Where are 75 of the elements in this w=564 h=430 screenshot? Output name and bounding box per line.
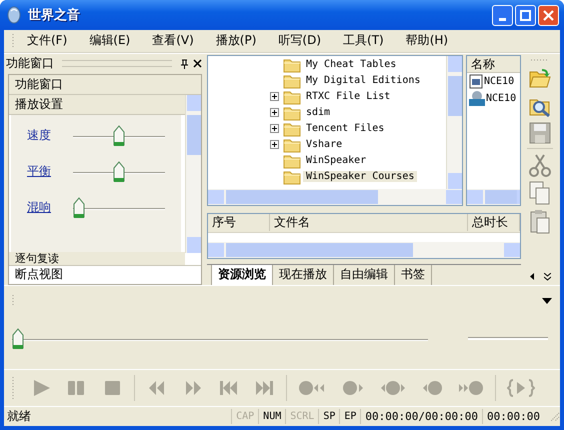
- status-indicator: SP: [318, 409, 340, 424]
- slider-label[interactable]: 混响: [27, 199, 55, 216]
- file-name[interactable]: NCE10: [484, 76, 514, 87]
- status-indicator: NUM: [258, 409, 286, 424]
- save-icon[interactable]: [529, 122, 551, 144]
- grip-lines[interactable]: [62, 60, 172, 68]
- menu-item[interactable]: 文件(F): [17, 32, 78, 50]
- status-indicator: CAP: [231, 409, 258, 424]
- scroll-left-icon[interactable]: [530, 272, 534, 280]
- panel-title: 功能窗口: [6, 55, 54, 72]
- tree-item[interactable]: Tencent Files: [303, 123, 388, 134]
- horizontal-scrollbar[interactable]: [208, 242, 520, 258]
- column-header[interactable]: 文件名: [270, 214, 468, 232]
- slider-thumb[interactable]: [12, 328, 24, 350]
- position-time: 00:00:00/00:00:00: [360, 409, 482, 424]
- expand-icon[interactable]: [270, 108, 279, 118]
- minimize-icon: [499, 18, 506, 20]
- column-header[interactable]: 名称: [467, 56, 520, 73]
- slider-label: 速度: [27, 127, 52, 144]
- copy-icon[interactable]: [529, 180, 551, 205]
- menu-item[interactable]: 听写(D): [268, 32, 332, 50]
- expand-icon[interactable]: [270, 124, 279, 134]
- section-header[interactable]: 功能窗口: [9, 74, 201, 95]
- tree-item[interactable]: RTXC File List: [303, 91, 394, 102]
- resize-grip-icon[interactable]: [550, 412, 560, 422]
- tree-item[interactable]: Vshare: [303, 139, 346, 150]
- slider-thumb[interactable]: [113, 160, 125, 183]
- slider-thumb[interactable]: [73, 196, 85, 219]
- vertical-scrollbar[interactable]: [446, 56, 462, 189]
- status-indicator: EP: [339, 409, 360, 424]
- horizontal-scrollbar[interactable]: [208, 188, 462, 205]
- tree-item[interactable]: My Digital Editions: [303, 75, 424, 86]
- tab[interactable]: 资源浏览: [211, 264, 273, 286]
- window-title: 世界之音: [28, 6, 81, 24]
- horizontal-scrollbar[interactable]: [467, 188, 520, 205]
- slider-label[interactable]: 平衡: [27, 163, 55, 180]
- pin-icon[interactable]: [180, 58, 189, 69]
- grip-handle: [530, 58, 550, 62]
- column-header[interactable]: 总时长: [468, 214, 520, 232]
- menu-item[interactable]: 播放(P): [206, 32, 266, 50]
- column-header[interactable]: 序号: [208, 214, 270, 232]
- scissors-icon[interactable]: [529, 152, 551, 177]
- section-header[interactable]: 逐句复读: [9, 252, 185, 265]
- bracket-play-icon[interactable]: [507, 377, 535, 400]
- chevron-down-icon[interactable]: [544, 272, 550, 281]
- tree-item[interactable]: My Cheat Tables: [303, 59, 400, 70]
- tree-item[interactable]: WinSpeaker Courses: [303, 171, 418, 182]
- status-indicator: SCRL: [285, 409, 318, 424]
- menu-item[interactable]: 帮助(H): [396, 32, 458, 50]
- document-icon: [469, 74, 483, 89]
- menu-item[interactable]: 编辑(E): [79, 32, 140, 50]
- vertical-scrollbar[interactable]: [185, 94, 201, 253]
- maximize-icon: [520, 10, 531, 20]
- close-icon[interactable]: [193, 59, 202, 68]
- maximize-button[interactable]: [515, 4, 536, 26]
- app-icon: [6, 6, 22, 24]
- close-button[interactable]: [538, 4, 559, 26]
- tree-item[interactable]: sdim: [303, 107, 334, 118]
- close-icon: [543, 10, 554, 20]
- paste-icon[interactable]: [529, 208, 551, 235]
- status-text: 就绪: [6, 408, 32, 426]
- file-name[interactable]: NCE10: [486, 92, 516, 104]
- dropdown-arrow-icon[interactable]: [542, 298, 552, 304]
- expand-icon[interactable]: [270, 92, 279, 102]
- menu-item[interactable]: 工具(T): [333, 32, 394, 50]
- tree-item[interactable]: WinSpeaker: [303, 155, 370, 166]
- grip-handle: [12, 376, 15, 400]
- section-header[interactable]: 断点视图: [9, 264, 201, 284]
- expand-icon[interactable]: [270, 140, 279, 150]
- slider-track[interactable]: [468, 337, 548, 340]
- minimize-button[interactable]: [492, 4, 513, 26]
- section-header[interactable]: 播放设置: [9, 94, 185, 115]
- menu-item[interactable]: 查看(V): [142, 32, 204, 50]
- total-time: 00:00:00: [482, 409, 544, 424]
- slider-thumb[interactable]: [113, 124, 125, 147]
